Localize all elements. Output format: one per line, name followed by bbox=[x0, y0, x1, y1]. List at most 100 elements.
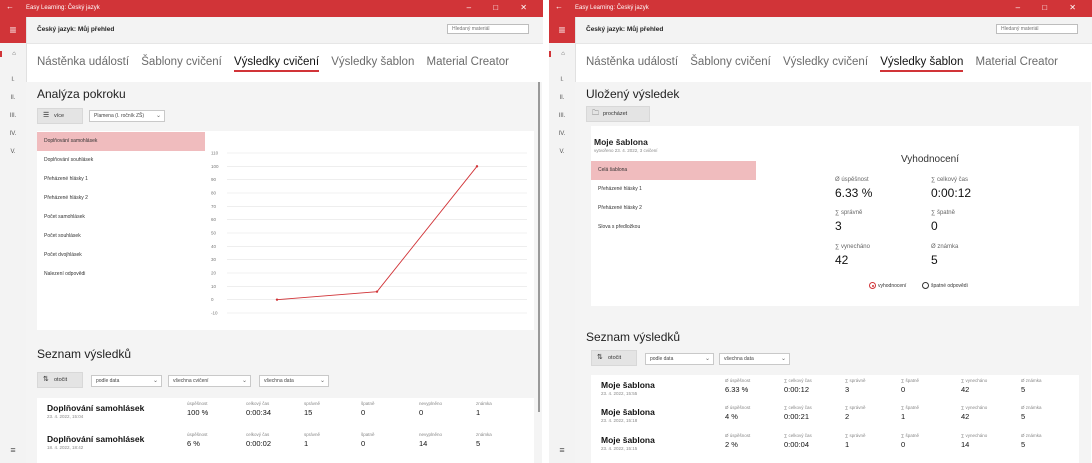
window-exercise-results: ← Easy Learning: Český jazyk – □ ✕ Český… bbox=[0, 0, 543, 463]
rail-item-5[interactable]: V. bbox=[549, 149, 575, 155]
flip-button[interactable]: ⇅ otočit bbox=[37, 372, 83, 388]
data-point[interactable] bbox=[275, 298, 279, 301]
cell-grade: 5 bbox=[1021, 440, 1026, 449]
cell-time: 0:00:34 bbox=[246, 408, 272, 417]
rail-item-4[interactable]: IV. bbox=[549, 131, 575, 137]
nav-rail: ≡ ⌂ I. II. III. IV. V. ≡ bbox=[549, 17, 576, 463]
chevron-down-icon: ⌄ bbox=[704, 356, 710, 362]
home-icon[interactable]: ⌂ bbox=[549, 51, 575, 57]
search-input[interactable] bbox=[996, 24, 1078, 34]
filter-icon: ☰ bbox=[43, 112, 50, 119]
cell-success: 100 % bbox=[187, 408, 209, 417]
settings-lines-icon[interactable]: ≡ bbox=[0, 445, 26, 455]
flip-button-label: otočit bbox=[608, 355, 622, 361]
col-correct: správně 1 bbox=[304, 432, 321, 448]
settings-lines-icon[interactable]: ≡ bbox=[549, 445, 575, 455]
col-wrong: ∑ špatně 0 bbox=[901, 378, 919, 394]
app-header: Český jazyk: Můj přehled bbox=[549, 17, 1092, 44]
tab-template-results[interactable]: Výsledky šablon bbox=[331, 56, 414, 68]
list-item[interactable]: Přeházené hlásky 1 bbox=[591, 180, 756, 199]
data-point[interactable] bbox=[375, 290, 379, 293]
cell-wrong: 0 bbox=[361, 408, 366, 417]
y-tick-label: 80 bbox=[211, 191, 217, 196]
cell-correct: 2 bbox=[845, 412, 850, 421]
radio-evaluation[interactable]: vyhodnocení bbox=[869, 282, 906, 289]
cell-success: 2 % bbox=[725, 440, 738, 449]
rail-item-4[interactable]: IV. bbox=[0, 131, 26, 137]
section-title: Uložený výsledek bbox=[586, 87, 680, 101]
data-filter-dropdown[interactable]: všechna data ⌄ bbox=[259, 375, 329, 387]
chevron-down-icon: ⌄ bbox=[152, 378, 158, 384]
more-button[interactable]: ☰ více bbox=[37, 108, 83, 124]
template-name: Moje šablona bbox=[594, 137, 648, 147]
flip-button[interactable]: ⇅ otočit bbox=[591, 350, 637, 366]
col-correct: ∑ správně 1 bbox=[845, 433, 866, 449]
cell-wrong: 1 bbox=[901, 412, 906, 421]
cell-time: 0:00:04 bbox=[784, 440, 810, 449]
app-title: Český jazyk: Můj přehled bbox=[586, 26, 664, 33]
list-item[interactable]: Přeházené hlásky 2 bbox=[591, 199, 756, 218]
tab-material-creator[interactable]: Material Creator bbox=[976, 56, 1058, 68]
rail-item-2[interactable]: II. bbox=[0, 95, 26, 101]
sort-dropdown-value: podle data bbox=[96, 378, 120, 384]
col-time: ∑ celkový čas 0:00:12 bbox=[784, 378, 812, 394]
cell-grade: 5 bbox=[1021, 412, 1026, 421]
back-icon[interactable]: ← bbox=[6, 3, 14, 11]
col-grade: známka 5 bbox=[476, 432, 492, 448]
window-controls[interactable]: – □ ✕ bbox=[1016, 3, 1086, 12]
home-icon[interactable]: ⌂ bbox=[0, 51, 26, 57]
data-filter-dropdown[interactable]: všechna data ⌄ bbox=[719, 353, 790, 365]
tab-exercise-results[interactable]: Výsledky cvičení bbox=[783, 56, 868, 68]
col-blank: nevyplněno 0 bbox=[419, 401, 443, 417]
rail-item-5[interactable]: V. bbox=[0, 149, 26, 155]
y-tick-label: 90 bbox=[211, 177, 217, 182]
cell-skipped: 42 bbox=[961, 385, 970, 394]
browse-button[interactable]: 🗀 procházet bbox=[586, 106, 650, 122]
col-grade: Ø známka 5 bbox=[1021, 433, 1042, 449]
tab-events[interactable]: Nástěnka událostí bbox=[37, 56, 129, 68]
scrollbar[interactable] bbox=[538, 82, 540, 412]
rail-item-3[interactable]: III. bbox=[0, 113, 26, 119]
tab-templates[interactable]: Šablony cvičení bbox=[690, 56, 771, 68]
tab-bar: Nástěnka událostí Šablony cvičení Výsled… bbox=[586, 56, 1067, 72]
col-wrong: ∑ špatně 1 bbox=[901, 405, 919, 421]
rail-item-1[interactable]: I. bbox=[549, 77, 575, 83]
browse-button-label: procházet bbox=[603, 111, 628, 117]
tab-templates[interactable]: Šablony cvičení bbox=[141, 56, 222, 68]
rail-item-1[interactable]: I. bbox=[0, 77, 26, 83]
rail-item-3[interactable]: III. bbox=[549, 113, 575, 119]
metric-label: Ø úspěšnost bbox=[835, 177, 869, 183]
col-wrong: ∑ špatně 0 bbox=[901, 433, 919, 449]
chevron-down-icon: ⌄ bbox=[241, 378, 247, 384]
radio-wrong-answers[interactable]: špatné odpovědi bbox=[922, 282, 968, 289]
metric-label: ∑ špatně bbox=[931, 210, 955, 216]
sort-dropdown[interactable]: podle data ⌄ bbox=[91, 375, 162, 387]
window-controls[interactable]: – □ ✕ bbox=[467, 3, 537, 12]
more-button-label: více bbox=[54, 113, 65, 119]
hamburger-icon[interactable]: ≡ bbox=[0, 17, 26, 43]
search-input[interactable] bbox=[447, 24, 529, 34]
cell-correct: 1 bbox=[845, 440, 850, 449]
exercise-filter-dropdown[interactable]: všechna cvičení ⌄ bbox=[168, 375, 251, 387]
list-item[interactable]: Slova s předložkou bbox=[591, 218, 756, 237]
tab-material-creator[interactable]: Material Creator bbox=[427, 56, 509, 68]
tab-template-results[interactable]: Výsledky šablon bbox=[880, 56, 964, 72]
title-bar: ← Easy Learning: Český jazyk – □ ✕ bbox=[0, 0, 543, 17]
list-item[interactable]: Celá šablona bbox=[591, 161, 756, 180]
tab-events[interactable]: Nástěnka událostí bbox=[586, 56, 678, 68]
col-success: Ø úspěšnost 4 % bbox=[725, 405, 751, 421]
data-point[interactable] bbox=[475, 165, 479, 168]
tab-exercise-results[interactable]: Výsledky cvičení bbox=[234, 56, 320, 72]
cell-wrong: 0 bbox=[361, 439, 366, 448]
metric-label: ∑ správně bbox=[835, 210, 863, 216]
cell-wrong: 0 bbox=[901, 385, 906, 394]
rail-item-2[interactable]: II. bbox=[549, 95, 575, 101]
hamburger-icon[interactable]: ≡ bbox=[549, 17, 575, 43]
back-icon[interactable]: ← bbox=[555, 3, 563, 11]
data-filter-value: všechna data bbox=[264, 378, 294, 384]
cell-grade: 1 bbox=[476, 408, 481, 417]
group-dropdown[interactable]: Plamena (I. ročník ZŠ) ⌄ bbox=[89, 110, 165, 122]
sort-dropdown[interactable]: podle data ⌄ bbox=[645, 353, 714, 365]
results-panel: Moje šablona 23. 4. 2022, 15:55 Ø úspěšn… bbox=[591, 375, 1079, 463]
col-success: úspěšnost 6 % bbox=[187, 432, 208, 448]
